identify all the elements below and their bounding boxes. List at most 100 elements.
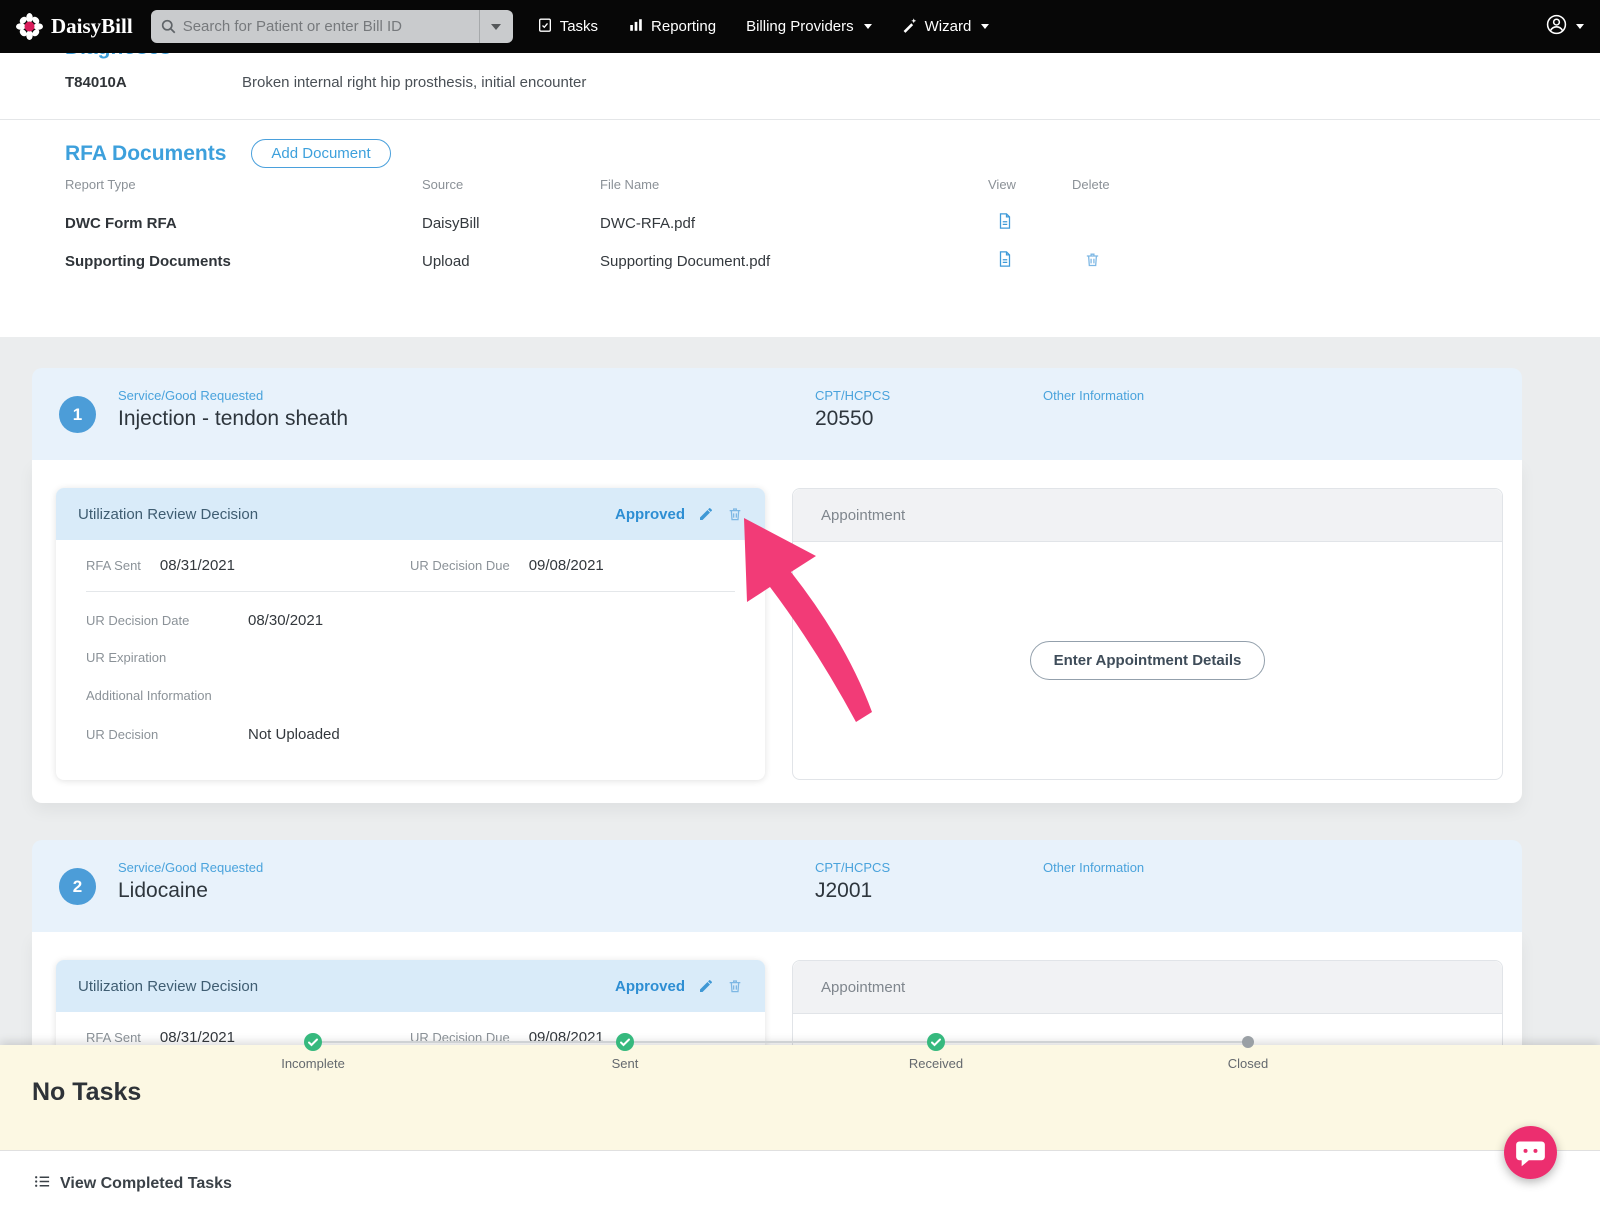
nav-item-billing-providers[interactable]: Billing Providers	[746, 18, 872, 35]
chevron-down-icon	[1576, 24, 1584, 29]
service-number-badge: 2	[59, 868, 96, 905]
service-name: Lidocaine	[118, 879, 208, 902]
appointment-header: Appointment	[793, 489, 1502, 542]
file-name-cell: DWC-RFA.pdf	[600, 214, 696, 232]
col-delete: Delete	[1072, 177, 1110, 192]
service-requested-label: Service/Good Requested	[118, 860, 264, 875]
divider	[0, 119, 1600, 120]
report-type-cell: Supporting Documents	[65, 252, 231, 270]
pending-dot-icon	[1242, 1033, 1254, 1051]
daisybill-logo[interactable]: DaisyBill	[16, 13, 133, 40]
delete-document-icon[interactable]	[1084, 251, 1101, 272]
col-source: Source	[422, 177, 464, 192]
wand-icon	[902, 17, 918, 37]
source-cell: DaisyBill	[422, 214, 480, 232]
delete-ur-decision-icon[interactable]	[727, 978, 743, 994]
bar-chart-icon	[628, 17, 644, 37]
tracker-step-incomplete: Incomplete	[248, 1033, 378, 1071]
cpt-label: CPT/HCPCS	[815, 860, 891, 875]
utilization-review-header: Utilization Review Decision Approved	[56, 488, 765, 540]
service-card-1: 1 Service/Good Requested Injection - ten…	[32, 368, 1522, 803]
utilization-review-title: Utilization Review Decision	[78, 505, 259, 523]
file-name-cell: Supporting Document.pdf	[600, 252, 771, 270]
diagnosis-code: T84010A	[65, 74, 127, 91]
service-number-badge: 1	[59, 396, 96, 433]
other-information-label: Other Information	[1043, 860, 1145, 875]
ur-decision-value: Not Uploaded	[248, 726, 340, 743]
check-circle-icon	[616, 1033, 634, 1051]
table-row: Supporting Documents Upload Supporting D…	[65, 242, 1535, 280]
utilization-review-title: Utilization Review Decision	[78, 977, 259, 995]
ur-status-approved: Approved	[614, 977, 685, 995]
service-name: Injection - tendon sheath	[118, 407, 348, 430]
service-header-band: 2 Service/Good Requested Lidocaine CPT/H…	[32, 840, 1522, 932]
search-input[interactable]	[175, 18, 479, 35]
no-tasks-title: No Tasks	[32, 1078, 142, 1106]
diagnosis-row: T84010A Broken internal right hip prosth…	[65, 74, 586, 91]
utilization-review-header: Utilization Review Decision Approved	[56, 960, 765, 1012]
nav-item-reporting[interactable]: Reporting	[628, 17, 716, 37]
page: Diagnoses T84010A Broken internal right …	[0, 0, 1600, 1216]
ur-decision-date-value: 08/30/2021	[248, 612, 324, 629]
daisy-flower-icon	[16, 13, 43, 40]
cpt-code: J2001	[815, 879, 873, 902]
col-view: View	[988, 177, 1016, 192]
rfa-documents-table: Report Type Source File Name View Delete…	[65, 177, 1535, 280]
table-row: DWC Form RFA DaisyBill DWC-RFA.pdf	[65, 204, 1535, 242]
bill-status-tracker: Incomplete Sent Received Closed	[0, 1033, 1600, 1073]
service-card-body: Utilization Review Decision Approved RFA…	[32, 460, 1522, 803]
appointment-panel: Appointment Enter Appointment Details	[792, 488, 1503, 780]
search-dropdown-toggle[interactable]	[478, 10, 513, 43]
view-pdf-icon[interactable]	[996, 212, 1014, 234]
nav-item-tasks[interactable]: Tasks	[537, 17, 598, 37]
rfa-sent-label: RFA Sent	[86, 558, 141, 573]
list-icon	[34, 1173, 51, 1195]
chevron-down-icon	[863, 24, 872, 29]
source-cell: Upload	[422, 252, 470, 270]
additional-information-label: Additional Information	[86, 688, 212, 703]
tracker-line	[313, 1041, 1248, 1043]
tracker-step-received: Received	[871, 1033, 1001, 1071]
diagnosis-description: Broken internal right hip prosthesis, in…	[242, 74, 587, 91]
check-circle-icon	[927, 1033, 945, 1051]
brand-name: DaisyBill	[51, 14, 133, 38]
user-account-menu[interactable]	[1545, 13, 1584, 41]
user-avatar-icon	[1545, 13, 1568, 41]
tracker-step-sent: Sent	[560, 1033, 690, 1071]
col-file-name: File Name	[600, 177, 660, 192]
report-type-cell: DWC Form RFA	[65, 214, 177, 232]
ur-decision-label: UR Decision	[86, 727, 159, 742]
ur-decision-date-label: UR Decision Date	[86, 613, 190, 628]
tasks-icon	[537, 17, 553, 37]
delete-ur-decision-icon[interactable]	[727, 506, 743, 522]
cpt-label: CPT/HCPCS	[815, 388, 891, 403]
global-search	[150, 10, 513, 43]
tasks-footer: View Completed Tasks	[0, 1150, 1600, 1216]
rfa-sent-value: 08/31/2021	[159, 557, 235, 574]
top-navbar: DaisyBill Tasks Reporting	[0, 0, 1600, 53]
edit-ur-decision-icon[interactable]	[698, 506, 714, 522]
chat-widget-button[interactable]	[1504, 1126, 1557, 1179]
view-completed-tasks-link[interactable]: View Completed Tasks	[34, 1173, 232, 1195]
view-pdf-icon[interactable]	[996, 250, 1014, 272]
check-circle-icon	[304, 1033, 322, 1051]
edit-ur-decision-icon[interactable]	[698, 978, 714, 994]
tracker-step-closed: Closed	[1183, 1033, 1313, 1071]
nav-item-wizard[interactable]: Wizard	[902, 17, 990, 37]
other-information-label: Other Information	[1043, 388, 1145, 403]
ur-decision-due-label: UR Decision Due	[410, 558, 510, 573]
add-document-button[interactable]: Add Document	[251, 139, 391, 168]
rfa-documents-title: RFA Documents	[65, 141, 227, 165]
ur-status-approved: Approved	[614, 505, 685, 523]
chevron-down-icon	[981, 24, 990, 29]
service-requested-label: Service/Good Requested	[118, 388, 264, 403]
enter-appointment-details-button[interactable]: Enter Appointment Details	[1029, 641, 1266, 680]
service-header-band: 1 Service/Good Requested Injection - ten…	[32, 368, 1522, 460]
search-icon	[161, 19, 176, 34]
appointment-header: Appointment	[793, 961, 1502, 1014]
ur-expiration-label: UR Expiration	[86, 650, 167, 665]
chevron-down-icon	[491, 23, 502, 30]
ur-decision-due-value: 09/08/2021	[528, 557, 604, 574]
cpt-code: 20550	[815, 407, 874, 430]
utilization-review-panel: Utilization Review Decision Approved RFA…	[56, 488, 765, 780]
